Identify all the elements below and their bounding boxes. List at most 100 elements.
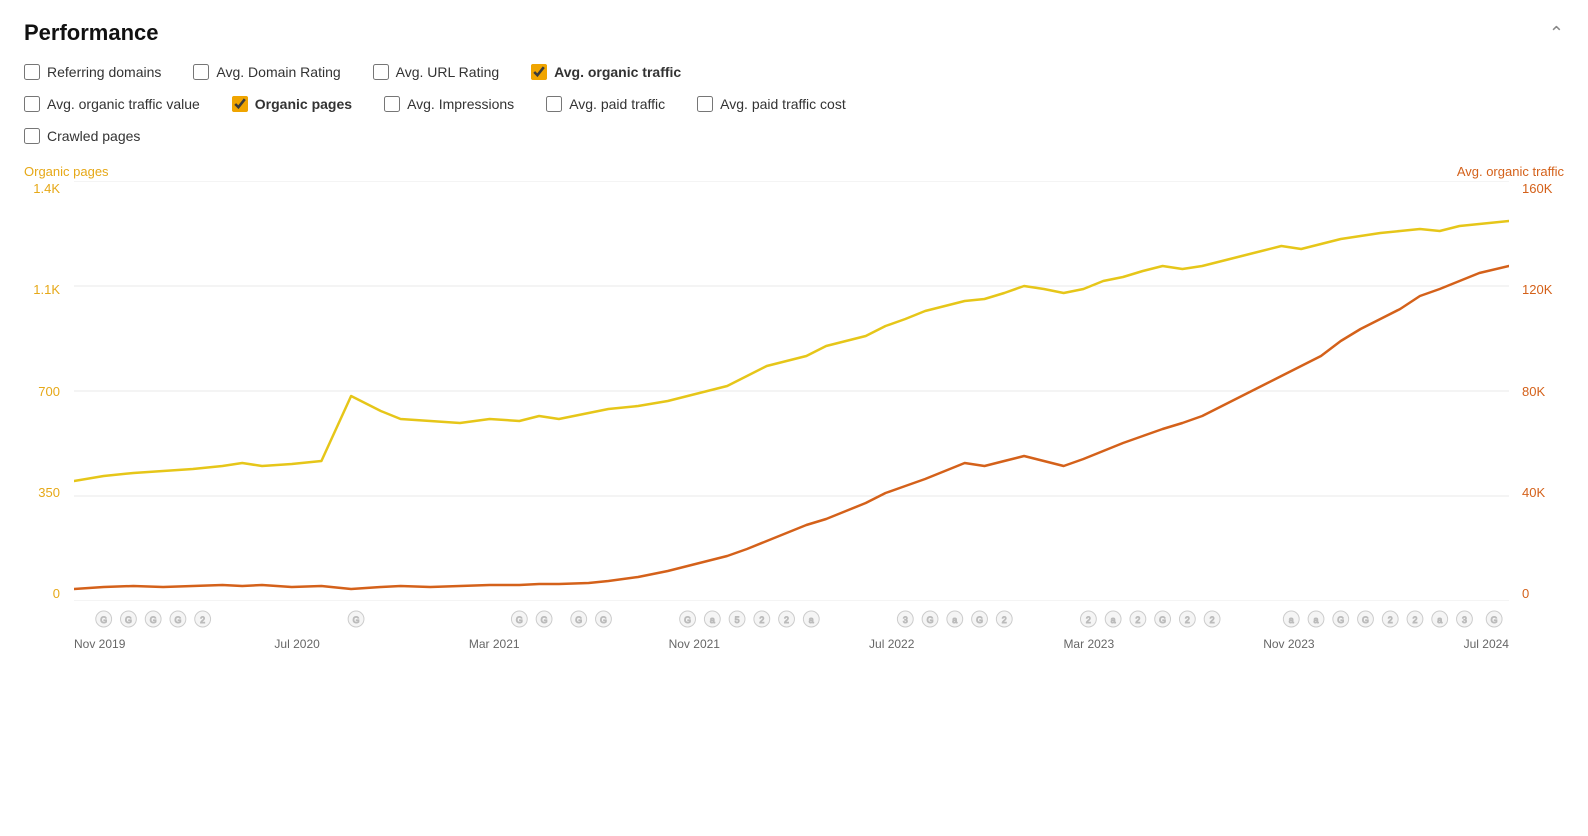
checkbox-avg-domain-rating-input[interactable] [193,64,209,80]
checkbox-referring-domains-label: Referring domains [47,64,161,80]
checkbox-avg-impressions[interactable]: Avg. Impressions [384,96,514,112]
svg-text:3: 3 [1462,615,1467,625]
svg-text:2: 2 [1210,615,1215,625]
checkboxes-row-1: Referring domains Avg. Domain Rating Avg… [24,64,1564,92]
checkbox-avg-domain-rating-label: Avg. Domain Rating [216,64,340,80]
y-tick-left-1: 350 [24,485,60,500]
avg-organic-traffic-line [74,266,1509,589]
svg-text:2: 2 [784,615,789,625]
collapse-icon[interactable]: ⌃ [1549,23,1564,44]
checkboxes-row-2: Avg. organic traffic value Organic pages… [24,96,1564,124]
checkbox-avg-url-rating-label: Avg. URL Rating [396,64,500,80]
svg-text:a: a [1111,615,1116,625]
x-label-2: Mar 2021 [469,637,520,651]
svg-text:G: G [1491,615,1498,625]
checkboxes-row-3: Crawled pages [24,128,1564,156]
checkbox-avg-organic-traffic-label: Avg. organic traffic [554,64,681,80]
checkbox-avg-paid-traffic-cost-input[interactable] [697,96,713,112]
svg-text:G: G [174,615,181,625]
svg-text:a: a [1437,615,1442,625]
x-label-5: Mar 2023 [1063,637,1114,651]
svg-text:G: G [353,615,360,625]
svg-text:2: 2 [1388,615,1393,625]
svg-text:G: G [516,615,523,625]
svg-text:G: G [1159,615,1166,625]
checkbox-avg-organic-traffic-value-label: Avg. organic traffic value [47,96,200,112]
checkbox-referring-domains[interactable]: Referring domains [24,64,161,80]
x-axis-labels: Nov 2019 Jul 2020 Mar 2021 Nov 2021 Jul … [74,637,1509,651]
x-label-7: Jul 2024 [1464,637,1509,651]
svg-text:G: G [600,615,607,625]
svg-text:2: 2 [200,615,205,625]
x-label-6: Nov 2023 [1263,637,1314,651]
y-tick-right-3: 120K [1522,282,1564,297]
svg-text:2: 2 [1413,615,1418,625]
svg-text:2: 2 [1086,615,1091,625]
section-title: Performance [24,20,159,46]
checkbox-crawled-pages[interactable]: Crawled pages [24,128,140,144]
checkbox-avg-impressions-input[interactable] [384,96,400,112]
svg-text:a: a [809,615,814,625]
checkbox-crawled-pages-input[interactable] [24,128,40,144]
svg-text:2: 2 [759,615,764,625]
svg-text:2: 2 [1185,615,1190,625]
svg-text:G: G [927,615,934,625]
x-label-3: Nov 2021 [669,637,720,651]
checkbox-organic-pages-input[interactable] [232,96,248,112]
organic-pages-line [74,221,1509,481]
chart-axis-labels: Organic pages Avg. organic traffic [24,164,1564,179]
checkbox-avg-url-rating[interactable]: Avg. URL Rating [373,64,500,80]
checkbox-organic-pages[interactable]: Organic pages [232,96,352,112]
svg-text:G: G [684,615,691,625]
y-tick-left-3: 1.1K [24,282,60,297]
svg-text:a: a [1314,615,1319,625]
x-label-4: Jul 2022 [869,637,914,651]
checkbox-avg-organic-traffic[interactable]: Avg. organic traffic [531,64,681,80]
svg-text:G: G [1337,615,1344,625]
checkbox-avg-domain-rating[interactable]: Avg. Domain Rating [193,64,340,80]
svg-text:2: 2 [1002,615,1007,625]
svg-text:G: G [100,615,107,625]
right-axis-label: Avg. organic traffic [1457,164,1564,179]
checkbox-referring-domains-input[interactable] [24,64,40,80]
checkbox-avg-paid-traffic-input[interactable] [546,96,562,112]
checkbox-avg-paid-traffic-label: Avg. paid traffic [569,96,665,112]
performance-section: Performance ⌃ Referring domains Avg. Dom… [0,0,1588,836]
left-axis-label: Organic pages [24,164,109,179]
svg-text:G: G [1362,615,1369,625]
svg-text:G: G [575,615,582,625]
y-tick-left-2: 700 [24,384,60,399]
chart-svg [74,181,1509,601]
chart-container: 1.4K 1.1K 700 350 0 160K 120K 80K 40K 0 [24,181,1564,661]
checkbox-avg-url-rating-input[interactable] [373,64,389,80]
y-tick-right-4: 160K [1522,181,1564,196]
y-tick-right-0: 0 [1522,586,1564,601]
checkbox-avg-organic-traffic-input[interactable] [531,64,547,80]
checkbox-avg-paid-traffic-cost-label: Avg. paid traffic cost [720,96,846,112]
svg-text:G: G [125,615,132,625]
svg-text:G: G [976,615,983,625]
svg-text:5: 5 [735,615,740,625]
section-header: Performance ⌃ [24,20,1564,46]
svg-text:G: G [541,615,548,625]
y-tick-right-2: 80K [1522,384,1564,399]
x-label-0: Nov 2019 [74,637,125,651]
checkbox-avg-organic-traffic-value[interactable]: Avg. organic traffic value [24,96,200,112]
annotations-svg: G G G G 2 G G [74,609,1509,629]
svg-text:a: a [710,615,715,625]
svg-text:a: a [1289,615,1294,625]
checkbox-avg-organic-traffic-value-input[interactable] [24,96,40,112]
y-tick-right-1: 40K [1522,485,1564,500]
checkbox-avg-paid-traffic[interactable]: Avg. paid traffic [546,96,665,112]
svg-text:a: a [952,615,957,625]
annotation-row: G G G G 2 G G [74,609,1509,629]
svg-text:3: 3 [903,615,908,625]
svg-text:2: 2 [1135,615,1140,625]
y-tick-left-4: 1.4K [24,181,60,196]
checkbox-organic-pages-label: Organic pages [255,96,352,112]
x-label-1: Jul 2020 [274,637,319,651]
checkbox-avg-impressions-label: Avg. Impressions [407,96,514,112]
checkbox-crawled-pages-label: Crawled pages [47,128,140,144]
y-tick-left-0: 0 [24,586,60,601]
checkbox-avg-paid-traffic-cost[interactable]: Avg. paid traffic cost [697,96,846,112]
